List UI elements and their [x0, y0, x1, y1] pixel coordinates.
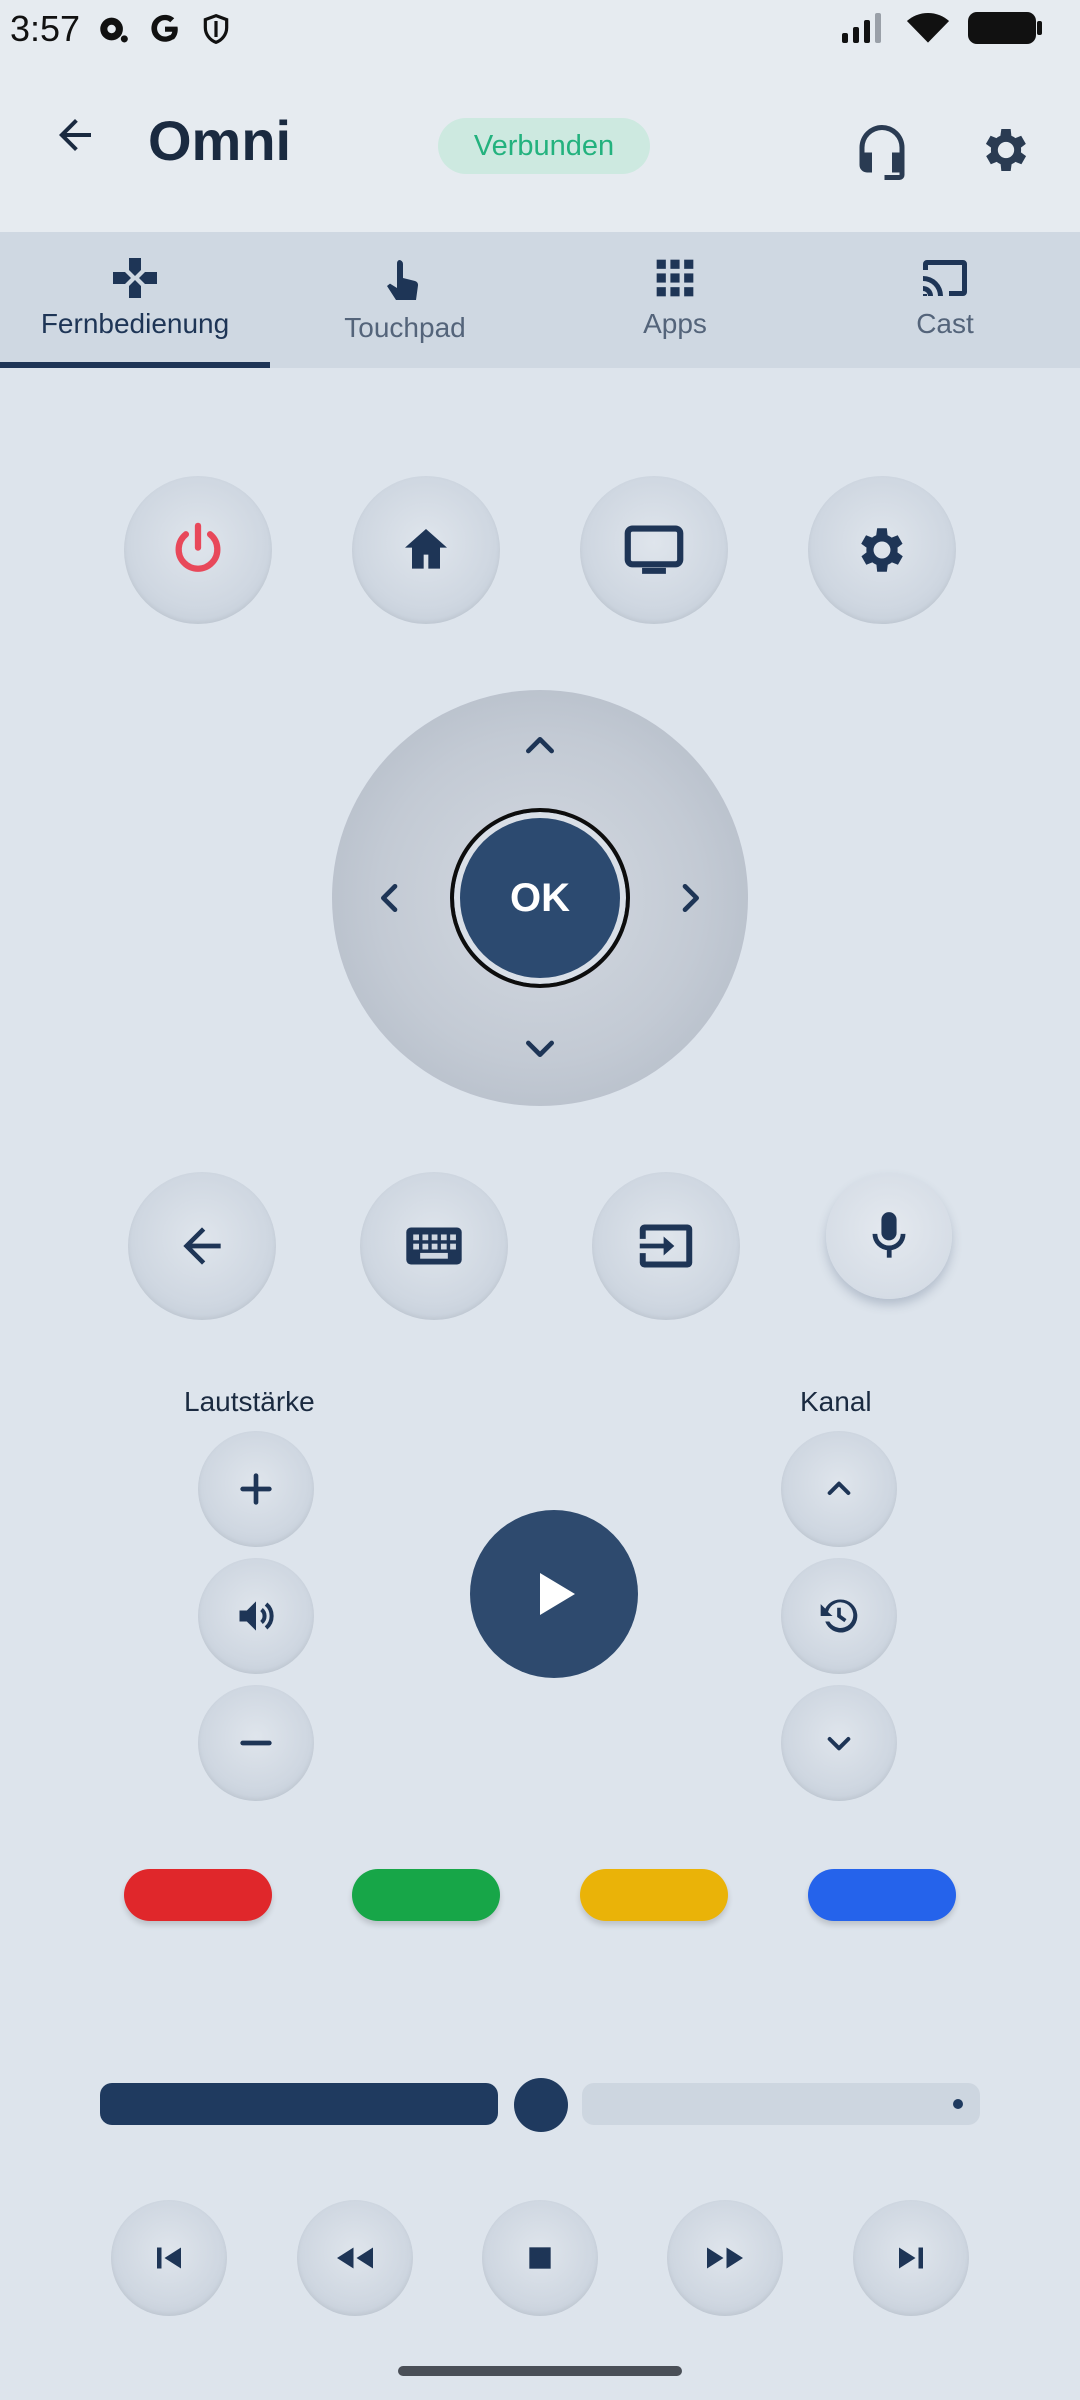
yellow-key-button[interactable] [580, 1869, 728, 1921]
signal-icon [842, 13, 881, 43]
back-button[interactable] [40, 100, 110, 170]
tv-button[interactable] [580, 476, 728, 624]
channel-label: Kanal [800, 1386, 872, 1417]
tab-apps-label: Apps [643, 308, 707, 339]
return-button[interactable] [128, 1172, 276, 1320]
chevron-right-icon [682, 884, 699, 912]
status-icons-right [840, 10, 1044, 46]
rewind-icon [337, 2247, 373, 2269]
stop-icon [529, 2247, 551, 2269]
mute-button[interactable] [198, 1558, 314, 1674]
arrow-left-icon [59, 119, 91, 151]
volume-up-button[interactable] [198, 1431, 314, 1547]
tv-icon [624, 525, 684, 574]
chevron-up-icon [526, 737, 554, 754]
tv-settings-button[interactable] [808, 476, 956, 624]
home-icon [405, 529, 447, 569]
tab-cast[interactable]: Cast [810, 232, 1080, 368]
seek-slider-end-dot [953, 2099, 963, 2109]
apps-grid-icon [656, 259, 694, 297]
play-button[interactable] [470, 1510, 638, 1678]
wifi-icon [906, 12, 950, 43]
stop-button[interactable] [482, 2200, 598, 2316]
fast-forward-icon [707, 2247, 743, 2269]
status-time: 3:57 [10, 8, 81, 49]
dpad-left-button[interactable] [350, 858, 430, 938]
power-button[interactable] [124, 476, 272, 624]
page-title: Omni [148, 109, 292, 172]
seek-slider-fill [100, 2083, 498, 2125]
arrow-left-icon [183, 1227, 221, 1265]
skip-previous-icon [157, 2247, 181, 2269]
green-key-button[interactable] [352, 1869, 500, 1921]
minus-icon [240, 1740, 272, 1746]
gear-icon [861, 528, 903, 572]
ok-label: OK [510, 875, 570, 920]
tab-remote-label: Fernbedienung [40, 308, 230, 339]
plus-icon [240, 1473, 272, 1505]
home-indicator [398, 2366, 682, 2376]
play-icon [540, 1573, 575, 1615]
tab-touchpad[interactable]: Touchpad [270, 232, 540, 368]
headset-icon [859, 125, 905, 180]
app-settings-button[interactable] [966, 110, 1046, 190]
seek-slider-thumb[interactable] [514, 2078, 568, 2132]
input-source-button[interactable] [592, 1172, 740, 1320]
tab-apps[interactable]: Apps [540, 232, 810, 368]
volume-down-button[interactable] [198, 1685, 314, 1801]
skip-previous-button[interactable] [111, 2200, 227, 2316]
channel-up-button[interactable] [781, 1431, 897, 1547]
rewind-button[interactable] [297, 2200, 413, 2316]
channel-down-button[interactable] [781, 1685, 897, 1801]
home-button[interactable] [352, 476, 500, 624]
red-key-button[interactable] [124, 1869, 272, 1921]
ok-button[interactable]: OK [450, 808, 630, 988]
seek-slider-track[interactable] [582, 2083, 980, 2125]
tab-touchpad-label: Touchpad [344, 312, 466, 343]
volume-label: Lautstärke [184, 1386, 315, 1417]
chevron-up-icon [827, 1481, 851, 1495]
power-icon [175, 522, 221, 572]
fast-forward-button[interactable] [667, 2200, 783, 2316]
keyboard-button[interactable] [360, 1172, 508, 1320]
headset-button[interactable] [842, 110, 922, 190]
battery-icon [968, 12, 1042, 44]
google-icon [151, 14, 178, 42]
dpad-down-button[interactable] [500, 1008, 580, 1088]
dpad-right-button[interactable] [650, 858, 730, 938]
tab-bar: Fernbedienung Touchpad Apps Cast [0, 232, 1080, 368]
tab-cast-label: Cast [916, 308, 974, 339]
microphone-button[interactable] [826, 1173, 952, 1299]
volume-icon [239, 1601, 274, 1631]
connection-status-badge: Verbunden [438, 118, 650, 174]
input-icon [639, 1224, 693, 1268]
touch-icon [387, 260, 419, 300]
chevron-down-icon [827, 1737, 851, 1751]
gamepad-icon [113, 258, 157, 298]
keyboard-icon [406, 1227, 462, 1265]
dpad-up-button[interactable] [500, 706, 580, 786]
blue-key-button[interactable] [808, 1869, 956, 1921]
microphone-icon [872, 1212, 906, 1258]
shield-icon [203, 13, 229, 45]
chevron-left-icon [381, 884, 398, 912]
channel-history-button[interactable] [781, 1558, 897, 1674]
tab-remote[interactable]: Fernbedienung [0, 232, 270, 368]
chevron-down-icon [526, 1040, 554, 1057]
podcast-notification-icon [100, 17, 128, 43]
history-icon [820, 1599, 858, 1633]
gear-icon [985, 129, 1027, 171]
skip-next-button[interactable] [853, 2200, 969, 2316]
cast-icon [923, 260, 967, 296]
status-icons-left [96, 12, 232, 46]
skip-next-icon [899, 2247, 923, 2269]
